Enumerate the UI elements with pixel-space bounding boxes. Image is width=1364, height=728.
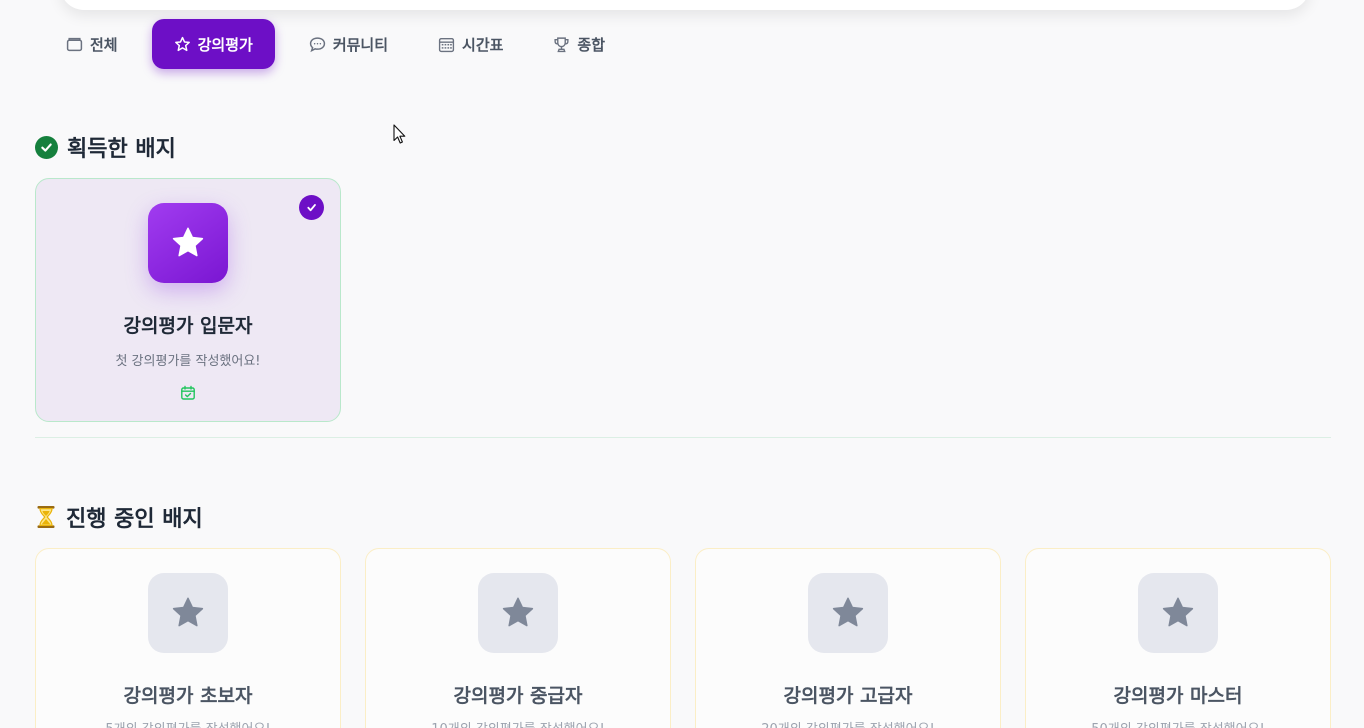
badge-description: 10개의 강의평가를 작성했어요! xyxy=(431,718,605,728)
check-circle-icon xyxy=(35,135,58,159)
badge-card-progress[interactable]: 강의평가 고급자 20개의 강의평가를 작성했어요! xyxy=(695,548,1001,728)
badge-description: 50개의 강의평가를 작성했어요! xyxy=(1091,718,1265,728)
star-icon xyxy=(808,573,888,653)
hourglass-icon xyxy=(37,506,55,528)
tab-all[interactable]: 전체 xyxy=(50,19,134,69)
badge-description: 20개의 강의평가를 작성했어요! xyxy=(761,718,935,728)
tab-course-review[interactable]: 강의평가 xyxy=(151,19,275,69)
badge-description: 첫 강의평가를 작성했어요! xyxy=(115,354,261,369)
earned-check-icon xyxy=(299,195,324,220)
star-icon xyxy=(478,573,558,653)
star-outline-icon xyxy=(174,36,190,51)
badge-title: 강의평가 초보자 xyxy=(123,685,253,707)
star-icon xyxy=(1138,573,1218,653)
star-icon xyxy=(148,203,228,283)
category-tabs: 전체 강의평가 커뮤니티 시간표 종합 xyxy=(50,19,639,69)
tab-timetable[interactable]: 시간표 xyxy=(422,19,519,69)
chat-bubble-icon xyxy=(309,36,325,52)
progress-badges-heading: 진행 중인 배지 xyxy=(35,501,203,533)
star-icon xyxy=(148,573,228,653)
progress-badges-title: 진행 중인 배지 xyxy=(66,507,203,532)
badge-description: 5개의 강의평가를 작성했어요! xyxy=(105,718,270,728)
folder-icon xyxy=(66,37,83,51)
tab-course-review-label: 강의평가 xyxy=(197,35,253,54)
calendar-grid-icon xyxy=(438,37,455,52)
earned-badges-heading: 획득한 배지 xyxy=(35,131,176,163)
earned-badges-title: 획득한 배지 xyxy=(67,137,176,162)
tab-overall-label: 종합 xyxy=(577,35,606,54)
badge-title: 강의평가 마스터 xyxy=(1113,685,1243,707)
badge-title: 강의평가 입문자 xyxy=(123,315,253,337)
top-header-bar xyxy=(60,0,1310,10)
section-divider xyxy=(35,437,1331,438)
badge-title: 강의평가 중급자 xyxy=(453,685,583,707)
badge-card-progress[interactable]: 강의평가 초보자 5개의 강의평가를 작성했어요! xyxy=(35,548,341,728)
tab-community-label: 커뮤니티 xyxy=(332,35,389,54)
tab-all-label: 전체 xyxy=(90,35,118,54)
trophy-icon xyxy=(554,36,569,52)
badge-card-progress[interactable]: 강의평가 중급자 10개의 강의평가를 작성했어요! xyxy=(365,548,671,728)
badge-title: 강의평가 고급자 xyxy=(783,685,913,707)
tab-community[interactable]: 커뮤니티 xyxy=(293,19,404,69)
badge-card-earned[interactable]: 강의평가 입문자 첫 강의평가를 작성했어요! xyxy=(35,178,341,422)
tab-timetable-label: 시간표 xyxy=(462,35,504,54)
mouse-cursor-icon xyxy=(393,124,406,144)
tab-overall[interactable]: 종합 xyxy=(537,19,621,69)
badge-card-progress[interactable]: 강의평가 마스터 50개의 강의평가를 작성했어요! xyxy=(1025,548,1331,728)
calendar-check-icon xyxy=(181,385,195,400)
